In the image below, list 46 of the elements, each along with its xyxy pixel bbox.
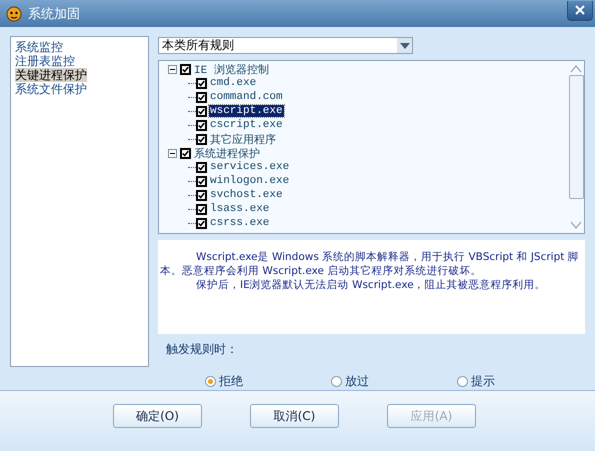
- checkbox[interactable]: [196, 92, 207, 102]
- sidebar-item[interactable]: 关键进程保护: [15, 68, 87, 82]
- dropdown-value: 本类所有规则: [161, 37, 235, 54]
- tree-item[interactable]: 系统进程保护: [193, 146, 261, 160]
- tree-item[interactable]: cscript.exe: [209, 119, 284, 131]
- checkbox[interactable]: [196, 162, 207, 172]
- description-text: Wscript.exe是 Windows 系统的脚本解释器，用于执行 VBScript 和 JScript 脚本。恶意程序会利用 Wscript.exe 启动其它程序对系统进行破坏。: [160, 250, 580, 278]
- sidebar-item[interactable]: 系统文件保护: [15, 82, 87, 96]
- radio-option[interactable]: 提示: [457, 373, 583, 390]
- checkbox[interactable]: [196, 134, 207, 144]
- close-icon: [575, 5, 585, 15]
- tree-item[interactable]: csrss.exe: [209, 217, 270, 229]
- tree-item[interactable]: lsass.exe: [209, 203, 270, 215]
- scroll-up-icon[interactable]: [570, 65, 582, 73]
- tree-item[interactable]: services.exe: [209, 161, 290, 173]
- scroll-down-icon[interactable]: [570, 220, 582, 229]
- radio-option[interactable]: 放过: [331, 373, 457, 390]
- tree-item[interactable]: winlogon.exe: [209, 175, 290, 187]
- checkbox[interactable]: [196, 190, 207, 200]
- collapse-icon[interactable]: [168, 148, 177, 158]
- window-title: 系统加固: [28, 6, 80, 22]
- tree-item[interactable]: command.com: [209, 91, 284, 103]
- sidebar-item[interactable]: 注册表监控: [15, 54, 75, 68]
- radio-option[interactable]: 拒绝: [205, 373, 331, 390]
- close-button[interactable]: [567, 0, 593, 20]
- checkbox[interactable]: [196, 120, 207, 130]
- checkbox[interactable]: [196, 106, 207, 116]
- checkbox[interactable]: [196, 204, 207, 214]
- tree-item[interactable]: 其它应用程序: [209, 132, 277, 146]
- tree-item[interactable]: IE 浏览器控制: [193, 62, 270, 76]
- trigger-label: 触发规则时：: [166, 341, 239, 358]
- checkbox[interactable]: [180, 148, 191, 158]
- description-text: 保护后，IE浏览器默认无法启动 Wscript.exe，阻止其被恶意程序利用。: [195, 278, 547, 292]
- tree-item[interactable]: cmd.exe: [209, 77, 258, 89]
- tree-item[interactable]: svchost.exe: [209, 189, 284, 201]
- dialog-button[interactable]: 确定(O): [113, 404, 202, 428]
- sidebar-item[interactable]: 系统监控: [15, 40, 63, 54]
- checkbox[interactable]: [196, 176, 207, 186]
- dialog-button[interactable]: 取消(C): [250, 404, 339, 428]
- tree-item[interactable]: wscript.exe: [209, 105, 284, 117]
- collapse-icon[interactable]: [168, 64, 177, 74]
- checkbox[interactable]: [180, 64, 191, 74]
- rule-filter-dropdown[interactable]: 本类所有规则: [158, 37, 413, 54]
- checkbox[interactable]: [196, 78, 207, 88]
- scroll-thumb[interactable]: [568, 75, 584, 199]
- checkbox[interactable]: [196, 218, 207, 228]
